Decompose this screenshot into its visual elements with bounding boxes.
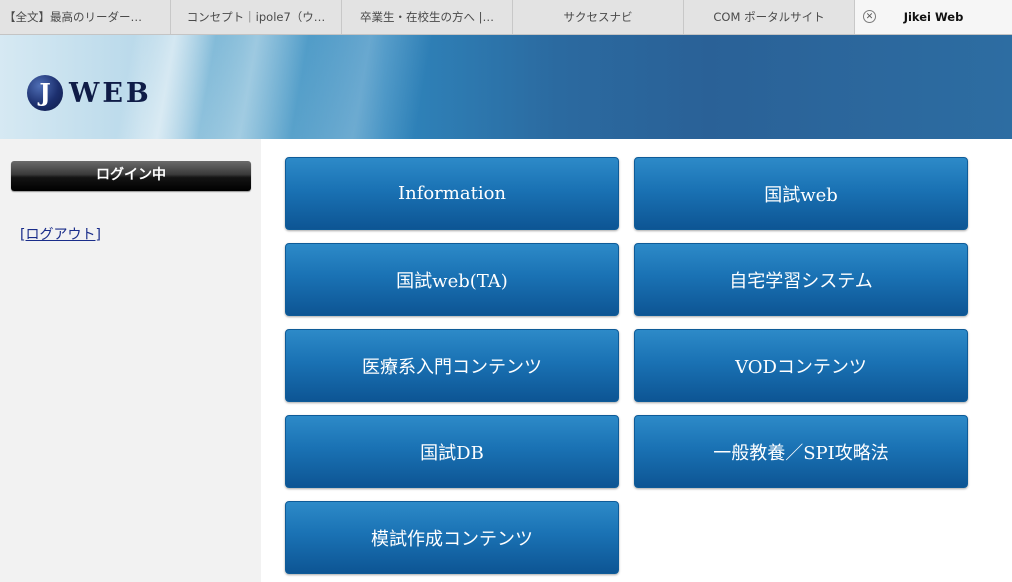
- tab-label: 卒業生・在校生の方へ |…: [359, 10, 495, 24]
- tab-label: サクセスナビ: [563, 10, 633, 24]
- browser-tab[interactable]: COM ポータルサイト: [684, 0, 855, 34]
- information-button[interactable]: Information: [285, 157, 619, 230]
- kokushi-web-ta-button[interactable]: 国試web(TA): [285, 243, 619, 316]
- kokushi-db-button[interactable]: 国試DB: [285, 415, 619, 488]
- close-icon[interactable]: ✕: [863, 10, 876, 23]
- button-label: 自宅学習システム: [729, 270, 873, 292]
- tab-label: 【全文】最高のリーダー…: [4, 10, 142, 24]
- browser-tab[interactable]: 卒業生・在校生の方へ |…: [342, 0, 513, 34]
- mock-exam-contents-button[interactable]: 模試作成コンテンツ: [285, 501, 619, 574]
- vod-contents-button[interactable]: VODコンテンツ: [634, 329, 968, 402]
- tab-label: COM ポータルサイト: [713, 10, 825, 24]
- button-label: VODコンテンツ: [735, 356, 867, 378]
- button-label: 国試web: [764, 184, 838, 206]
- browser-tab[interactable]: コンセプト｜ipole7（ウ…: [171, 0, 342, 34]
- kokushi-web-button[interactable]: 国試web: [634, 157, 968, 230]
- general-education-spi-button[interactable]: 一般教養／SPI攻略法: [634, 415, 968, 488]
- browser-tab-bar: 【全文】最高のリーダー… コンセプト｜ipole7（ウ… 卒業生・在校生の方へ …: [0, 0, 1012, 35]
- logo-text: WEB: [69, 77, 152, 109]
- logout-link[interactable]: [ログアウト]: [20, 224, 101, 244]
- sidebar: ログイン中 [ログアウト]: [0, 139, 261, 582]
- button-label: 模試作成コンテンツ: [371, 528, 533, 550]
- header-banner: J WEB: [0, 35, 1012, 139]
- button-label: Information: [397, 183, 507, 204]
- button-label: 国試DB: [420, 442, 484, 464]
- browser-tab[interactable]: 【全文】最高のリーダー…: [0, 0, 171, 34]
- home-study-system-button[interactable]: 自宅学習システム: [634, 243, 968, 316]
- browser-tab[interactable]: サクセスナビ: [513, 0, 684, 34]
- browser-tab-active[interactable]: ✕ Jikei Web: [855, 0, 1012, 34]
- login-status-badge: ログイン中: [11, 161, 251, 191]
- button-label: 国試web(TA): [396, 270, 508, 292]
- tab-label: コンセプト｜ipole7（ウ…: [186, 10, 326, 24]
- tab-label: Jikei Web: [903, 10, 964, 24]
- jweb-logo[interactable]: J WEB: [27, 75, 152, 111]
- medical-intro-contents-button[interactable]: 医療系入門コンテンツ: [285, 329, 619, 402]
- button-label: 医療系入門コンテンツ: [362, 356, 542, 378]
- logo-mark: J: [27, 75, 63, 111]
- button-label: 一般教養／SPI攻略法: [713, 442, 889, 464]
